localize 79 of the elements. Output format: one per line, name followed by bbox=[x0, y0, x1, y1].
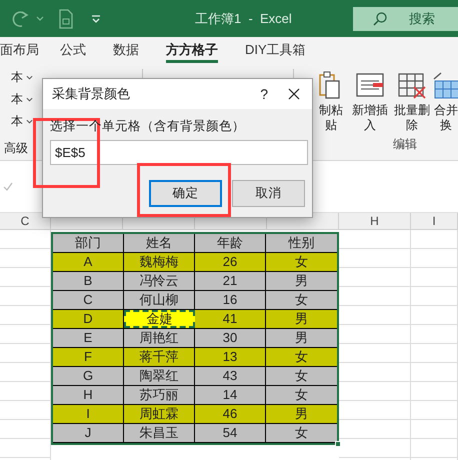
table-cell: 14 bbox=[195, 386, 266, 404]
caret-icon bbox=[26, 96, 33, 102]
table-cell: A bbox=[53, 253, 124, 271]
table-cell: 金婕 bbox=[124, 310, 196, 328]
fill-handle[interactable] bbox=[335, 441, 341, 447]
table-cell: 周虹霖 bbox=[124, 405, 195, 423]
group-label: 编辑 bbox=[393, 136, 418, 153]
table-cell: 43 bbox=[195, 367, 266, 385]
column-header[interactable]: I bbox=[411, 213, 458, 229]
check-icon[interactable] bbox=[3, 182, 13, 192]
grid-cross-icon bbox=[397, 71, 427, 99]
ribbon-button[interactable]: 制粘 贴 bbox=[313, 63, 349, 133]
table-cell: H bbox=[53, 386, 124, 404]
ribbon-button[interactable]: 新增插 入 bbox=[349, 63, 391, 133]
table-cell: 周艳红 bbox=[124, 329, 195, 347]
ribbon-tab[interactable]: 面布局 bbox=[0, 39, 39, 63]
help-button[interactable]: ? bbox=[260, 84, 268, 104]
dropdown-button[interactable]: 本 bbox=[11, 113, 42, 129]
table-cell: 女 bbox=[266, 424, 337, 442]
table-cell: 21 bbox=[195, 272, 266, 290]
column-header[interactable]: H bbox=[339, 213, 411, 229]
group-label: 高级 bbox=[4, 140, 29, 157]
table-cell: G bbox=[53, 367, 124, 385]
table-cell: D bbox=[53, 310, 124, 328]
table-cell: 26 bbox=[195, 253, 266, 271]
dialog-button[interactable]: 取消 bbox=[232, 180, 305, 207]
dialog-button[interactable]: 确定 bbox=[149, 180, 222, 207]
search-field[interactable]: 搜索 bbox=[353, 6, 458, 30]
table-cell: 男 bbox=[266, 310, 338, 328]
table-cell: 苏巧丽 bbox=[124, 386, 195, 404]
dropdown-button[interactable]: 本 bbox=[11, 69, 42, 85]
column-heading: 部门 bbox=[53, 234, 124, 252]
caret-icon[interactable] bbox=[36, 16, 44, 22]
ribbon-tab[interactable]: DIY工具箱 bbox=[245, 39, 306, 63]
table-cell: 男 bbox=[266, 329, 337, 347]
table-cell: 陶翠红 bbox=[124, 367, 195, 385]
table-cell: 46 bbox=[195, 405, 266, 423]
table-cell: B bbox=[53, 272, 124, 290]
ribbon-button[interactable]: 合并 换 bbox=[433, 63, 458, 133]
caret-icon bbox=[26, 118, 33, 124]
table-row-icon bbox=[355, 71, 385, 99]
cell-reference-field[interactable]: $E$5 bbox=[50, 140, 308, 165]
ribbon-tab[interactable]: 数据 bbox=[113, 39, 139, 63]
table-cell: 30 bbox=[195, 329, 266, 347]
dialog-title: 采集背景颜色 bbox=[52, 85, 130, 104]
dropdown-button[interactable]: 本 bbox=[11, 91, 42, 107]
table-cell: 冯怜云 bbox=[124, 272, 195, 290]
table-cell: J bbox=[53, 424, 124, 442]
table-cell: C bbox=[53, 291, 124, 309]
table-cell: 魏梅梅 bbox=[124, 253, 195, 271]
column-heading: 性别 bbox=[287, 234, 316, 252]
table-cell: 朱昌玉 bbox=[124, 424, 195, 442]
column-heading: 姓名 bbox=[124, 234, 195, 252]
table-cell: 何山柳 bbox=[124, 291, 195, 309]
table-cell: 女 bbox=[266, 291, 337, 309]
table-cell: 41 bbox=[195, 310, 266, 328]
table-cell: E bbox=[53, 329, 124, 347]
table-cell: 女 bbox=[266, 367, 337, 385]
search-icon bbox=[373, 12, 387, 26]
merge-cells-icon bbox=[431, 71, 458, 99]
table-cell: 女 bbox=[266, 253, 337, 271]
table-cell: 女 bbox=[266, 386, 337, 404]
table-cell: 54 bbox=[195, 424, 266, 442]
table-cell: 16 bbox=[195, 291, 266, 309]
ribbon-button[interactable]: 批量删 除 bbox=[391, 63, 433, 133]
table-cell: 男 bbox=[266, 272, 337, 290]
table-cell: I bbox=[53, 405, 124, 423]
table-cell: 男 bbox=[266, 405, 337, 423]
search-placeholder: 搜索 bbox=[409, 10, 435, 28]
ribbon-tab[interactable]: 公式 bbox=[60, 39, 86, 63]
caret-icon bbox=[26, 74, 33, 80]
table-cell: 13 bbox=[195, 348, 266, 366]
table-cell: F bbox=[53, 348, 124, 366]
table-cell: 女 bbox=[266, 348, 337, 366]
window-title: 工作簿1 - Excel bbox=[195, 10, 292, 28]
table-cell: 蒋千萍 bbox=[124, 348, 195, 366]
close-icon[interactable] bbox=[288, 88, 300, 100]
column-heading: 年龄 bbox=[195, 234, 266, 252]
page-icon[interactable] bbox=[58, 8, 74, 28]
